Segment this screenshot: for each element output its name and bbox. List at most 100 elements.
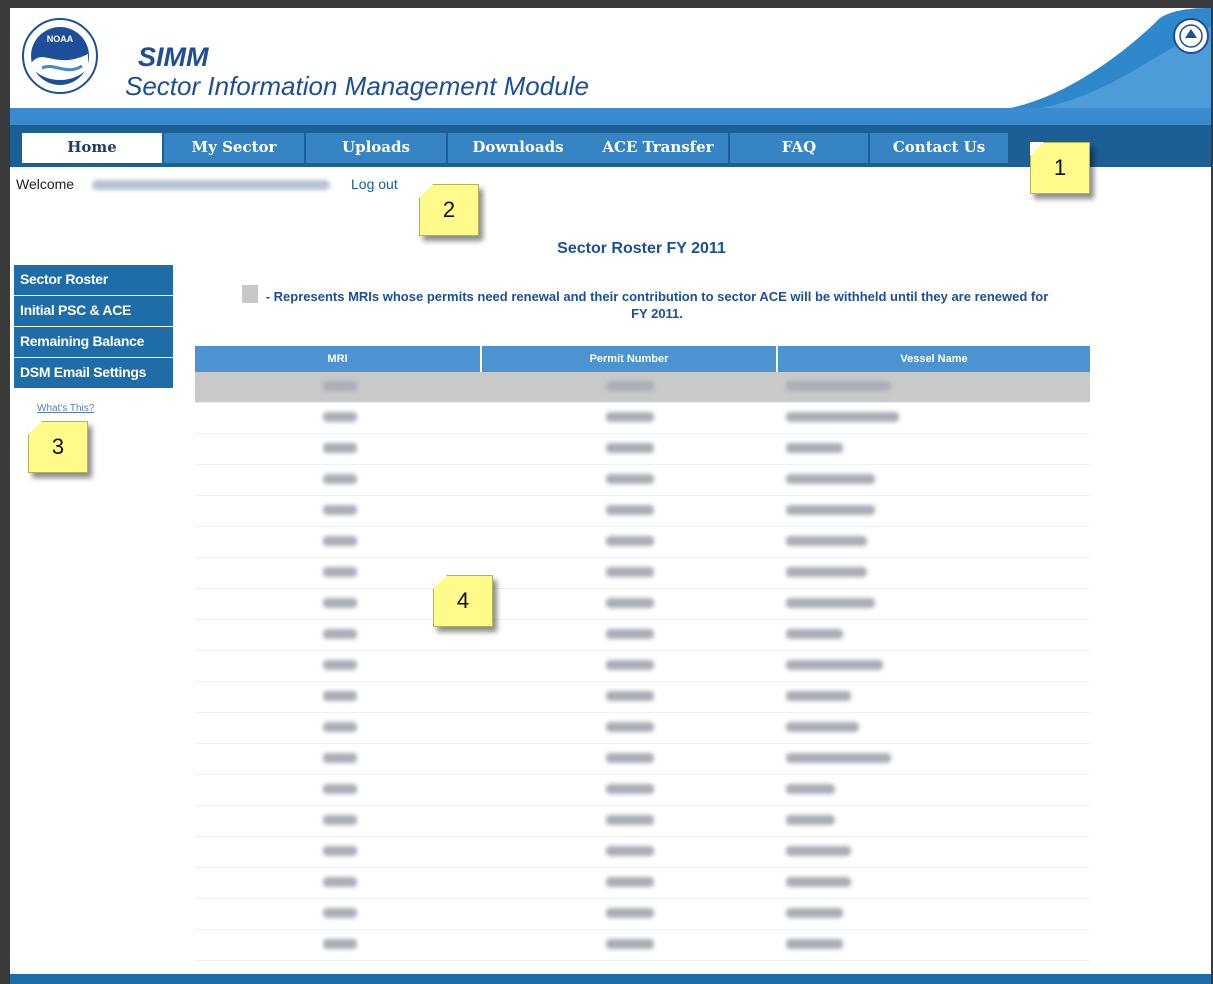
tab-ace-transfer[interactable]: ACE Transfer	[588, 133, 728, 163]
redacted-vessel: TR SEEB	[786, 877, 851, 887]
cell-vessel: BROOET SEDSE	[778, 744, 1090, 774]
redacted-mri: 333	[323, 784, 357, 794]
cell-vessel: TR SEEB	[778, 868, 1090, 898]
redacted-permit: 130063	[606, 381, 654, 391]
cell-permit: 333307	[482, 496, 778, 526]
cell-permit: 135589	[482, 899, 778, 929]
redacted-vessel: SELTT	[786, 815, 835, 825]
noaa-logo-icon: NOAA	[22, 18, 98, 94]
cell-permit: 330073	[482, 744, 778, 774]
redacted-mri: 706	[323, 660, 357, 670]
tab-home[interactable]: Home	[22, 133, 162, 163]
cell-vessel: TSOFEOE	[778, 682, 1090, 712]
callout-4: 4	[433, 575, 493, 627]
redacted-permit: 330191	[606, 629, 654, 639]
table-row: 081 011000 SEASTTOCUFILE	[195, 403, 1090, 434]
table-row: 333 330195 SEECR	[195, 775, 1090, 806]
cell-vessel: LAST ERE	[778, 713, 1090, 743]
redacted-vessel: KORBERTEOREM	[786, 381, 891, 391]
redacted-permit: 300013	[606, 598, 654, 608]
logout-link[interactable]: Log out	[351, 176, 398, 192]
redacted-vessel: SEECHI	[786, 908, 843, 918]
app-header: NOAA SIMM Sector Information Management …	[10, 8, 1211, 108]
sidebar: Sector Roster Initial PSC & ACE Remainin…	[14, 265, 173, 389]
cell-mri: 080	[195, 806, 482, 836]
cell-mri: 070	[195, 434, 482, 464]
whats-this-link[interactable]: What's This?	[37, 403, 94, 414]
redacted-mri: 704	[323, 629, 357, 639]
table-row: 704 330191 UFSTET	[195, 620, 1090, 651]
tab-faq[interactable]: FAQ	[730, 133, 868, 163]
redacted-vessel: BROOET SEDSE	[786, 753, 891, 763]
table-row: 0133 011608 COSRLEE	[195, 837, 1090, 868]
redacted-mri: 080	[323, 815, 357, 825]
redacted-mri: 070	[323, 443, 357, 453]
cell-permit: 113960	[482, 713, 778, 743]
redacted-vessel: CDSEBT	[786, 443, 843, 453]
cell-vessel: KORBERTEOREM	[778, 372, 1090, 402]
redacted-permit: 130793	[606, 939, 654, 949]
cell-vessel: BALEF SEO	[778, 527, 1090, 557]
cell-vessel: CDSEBT	[778, 434, 1090, 464]
redacted-vessel: CATT TRUTE	[786, 474, 875, 484]
cell-vessel: SEECR	[778, 775, 1090, 805]
cell-vessel: SEECHI	[778, 899, 1090, 929]
redacted-mri: 708	[323, 691, 357, 701]
svg-text:NOAA: NOAA	[47, 34, 74, 44]
table-row: 089 333098 CATT TRUTE	[195, 465, 1090, 496]
callout-3: 3	[28, 421, 88, 473]
sidebar-item-remaining-balance[interactable]: Remaining Balance	[14, 327, 173, 357]
cell-permit: 333098	[482, 465, 778, 495]
cell-permit: 330130	[482, 558, 778, 588]
cell-mri: 081	[195, 496, 482, 526]
cell-mri: 0088	[195, 868, 482, 898]
tab-uploads[interactable]: Uploads	[306, 133, 446, 163]
redacted-permit: 333307	[606, 505, 654, 515]
table-row: 788 113960 LAST ERE	[195, 713, 1090, 744]
sidebar-item-sector-roster[interactable]: Sector Roster	[14, 265, 173, 295]
table-row: 706 330768 SEHES TASEE	[195, 651, 1090, 682]
cell-mri: 0089	[195, 899, 482, 929]
redacted-permit: 300865	[606, 691, 654, 701]
table-body: 0011 130063 KORBERTEOREM 081 011000 SEASTTOCU…	[195, 372, 1090, 961]
cell-mri: 788	[195, 713, 482, 743]
cell-mri: 079	[195, 744, 482, 774]
cell-vessel: SUSES FROM	[778, 496, 1090, 526]
user-name-redacted	[92, 180, 330, 190]
table-row: 703 300013 BELCTRSSEE	[195, 589, 1090, 620]
redacted-permit: 135589	[606, 908, 654, 918]
redacted-mri: 0088	[323, 877, 357, 887]
redacted-permit: 330130	[606, 567, 654, 577]
redacted-mri: 081	[323, 412, 357, 422]
cell-permit: 330787	[482, 868, 778, 898]
redacted-permit: 333098	[606, 474, 654, 484]
table-row: 701 330130 C SEETLRS	[195, 558, 1090, 589]
cell-permit: 113000	[482, 434, 778, 464]
cell-permit: 330191	[482, 620, 778, 650]
column-header-mri[interactable]: MRI	[195, 346, 482, 372]
redacted-vessel: SEECR	[786, 784, 835, 794]
cell-mri: 0133	[195, 837, 482, 867]
column-header-permit-number[interactable]: Permit Number	[482, 346, 778, 372]
callout-2: 2	[419, 184, 479, 236]
sidebar-item-initial-psc-ace[interactable]: Initial PSC & ACE	[14, 296, 173, 326]
tab-contact-us[interactable]: Contact Us	[870, 133, 1008, 163]
tab-downloads[interactable]: Downloads	[448, 133, 588, 163]
table-row: 0088 330787 TR SEEB	[195, 868, 1090, 899]
redacted-permit: 136911	[606, 815, 654, 825]
table-row: 080 136911 SELTT	[195, 806, 1090, 837]
redacted-permit: 011000	[606, 412, 654, 422]
redacted-mri: 079	[323, 753, 357, 763]
redacted-vessel: TSOFEOE	[786, 691, 851, 701]
redacted-permit: 113960	[606, 722, 654, 732]
redacted-vessel: COSRLEE	[786, 846, 851, 856]
table-row: 708 300865 TSOFEOE	[195, 682, 1090, 713]
redacted-vessel: BELCTRSSEE	[786, 598, 875, 608]
cell-permit: 330195	[482, 775, 778, 805]
legend-swatch	[242, 285, 258, 303]
sidebar-item-dsm-email-settings[interactable]: DSM Email Settings	[14, 358, 173, 388]
column-header-vessel-name[interactable]: Vessel Name	[778, 346, 1090, 372]
tab-my-sector[interactable]: My Sector	[164, 133, 304, 163]
app-title: Sector Information Management Module	[125, 71, 589, 101]
table-row: 0087 130793 COUTEE	[195, 930, 1090, 961]
